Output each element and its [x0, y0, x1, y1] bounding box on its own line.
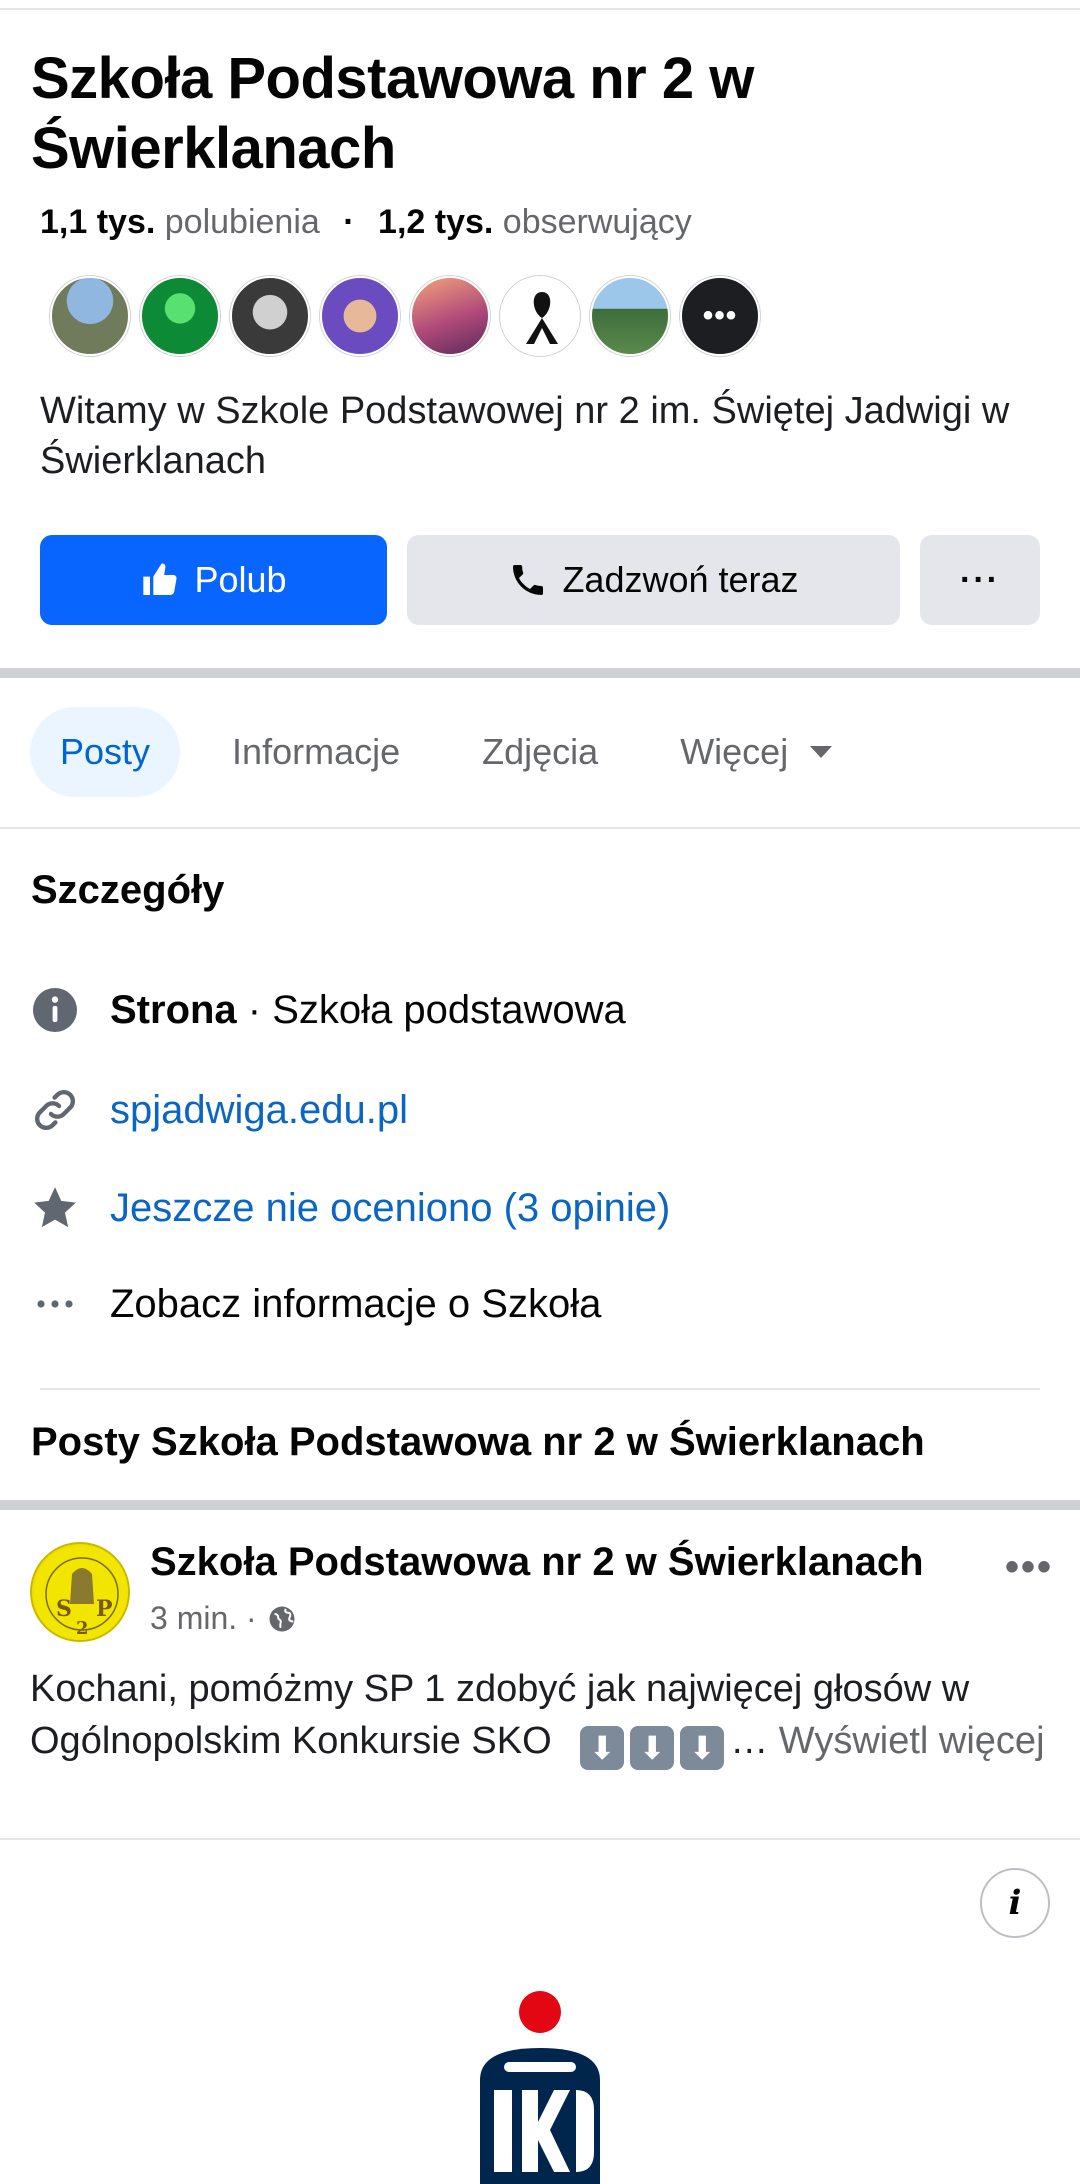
- separator-dot: ·: [343, 203, 355, 241]
- tab-photos[interactable]: Zdjęcia: [452, 707, 628, 797]
- category-label: Strona: [110, 987, 237, 1032]
- category-value: · Szkoła podstawowa: [236, 987, 626, 1032]
- avatar[interactable]: [500, 276, 580, 356]
- page-intro: Witamy w Szkole Podstawowej nr 2 im. Świ…: [40, 390, 1010, 482]
- call-now-label: Zadzwoń teraz: [562, 559, 799, 600]
- phone-icon: [513, 565, 544, 595]
- avatar[interactable]: [590, 276, 670, 356]
- likes-count[interactable]: 1,1 tys.: [40, 203, 155, 241]
- see-more-info[interactable]: Zobacz informacje o Szkoła: [110, 1282, 601, 1327]
- posts-divider: [0, 1500, 1080, 1510]
- svg-text:S: S: [56, 1596, 72, 1622]
- thumbs-up-icon: [143, 563, 177, 595]
- rating-link[interactable]: Jeszcze nie oceniono (3 opinie): [110, 1186, 670, 1231]
- top-divider: [0, 8, 1080, 10]
- svg-text:2: 2: [76, 1618, 89, 1639]
- section-divider: [0, 668, 1080, 678]
- star-icon: [30, 1183, 80, 1233]
- post-text: Kochani, pomóżmy SP 1 zdobyć jak najwięc…: [30, 1663, 1050, 1770]
- arrow-down-emoji-icon: ⬇: [630, 1726, 675, 1770]
- like-button[interactable]: Polub: [40, 535, 387, 625]
- link-icon: [30, 1085, 80, 1135]
- avatar[interactable]: [410, 276, 490, 356]
- posts-heading: Posty Szkoła Podstawowa nr 2 w Świerklan…: [31, 1420, 925, 1464]
- globe-icon: [269, 1606, 295, 1631]
- tab-about[interactable]: Informacje: [202, 707, 430, 797]
- page-title: Szkoła Podstawowa nr 2 w Świerklanach: [31, 46, 754, 181]
- followers-label[interactable]: obserwujący: [503, 203, 692, 241]
- arrow-down-emoji-icon: ⬇: [680, 1726, 725, 1770]
- avatar[interactable]: [50, 276, 130, 356]
- svg-text:P: P: [96, 1596, 113, 1622]
- post-meta: 3 min. ·: [150, 1600, 297, 1637]
- pko-logo: [470, 1990, 610, 2184]
- ad-info-button[interactable]: i: [980, 1868, 1050, 1938]
- tab-more[interactable]: Więcej: [650, 707, 862, 797]
- detail-category: Strona · Szkoła podstawowa: [30, 980, 626, 1040]
- page-tabs: Posty Informacje Zdjęcia Więcej: [30, 707, 884, 797]
- call-now-button[interactable]: Zadzwoń teraz: [407, 535, 900, 625]
- post-author-avatar[interactable]: S P 2: [30, 1542, 130, 1642]
- post-time[interactable]: 3 min. ·: [150, 1600, 257, 1637]
- avatar[interactable]: [230, 276, 310, 356]
- tab-posts[interactable]: Posty: [30, 707, 181, 797]
- post-options-button[interactable]: •••: [1005, 1545, 1053, 1590]
- more-avatars-icon[interactable]: •••: [680, 276, 760, 356]
- avatar[interactable]: [320, 276, 400, 356]
- tabs-divider: [0, 827, 1080, 829]
- caret-down-icon: [810, 746, 833, 758]
- likes-label[interactable]: polubienia: [165, 203, 320, 241]
- post-ellipsis: …: [730, 1720, 769, 1762]
- info-icon: [30, 985, 80, 1035]
- detail-rating[interactable]: Jeszcze nie oceniono (3 opinie): [30, 1178, 670, 1238]
- arrow-down-emoji-icon: ⬇: [580, 1726, 625, 1770]
- details-divider: [40, 1388, 1040, 1390]
- details-heading: Szczegóły: [31, 868, 225, 912]
- detail-see-more[interactable]: Zobacz informacje o Szkoła: [30, 1274, 601, 1334]
- more-actions-button[interactable]: ···: [920, 535, 1040, 625]
- see-more-link[interactable]: Wyświetl więcej: [768, 1720, 1045, 1762]
- followers-count[interactable]: 1,2 tys.: [378, 203, 493, 241]
- avatar[interactable]: [140, 276, 220, 356]
- like-label: Polub: [194, 559, 287, 600]
- detail-website[interactable]: spjadwiga.edu.pl: [30, 1080, 408, 1140]
- ellipsis-icon: [30, 1279, 80, 1329]
- post-author-name[interactable]: Szkoła Podstawowa nr 2 w Świerklanach: [150, 1540, 924, 1585]
- post-content-divider: [0, 1838, 1080, 1840]
- page-stats: 1,1 tys. polubienia · 1,2 tys. obserwują…: [40, 200, 692, 244]
- website-link[interactable]: spjadwiga.edu.pl: [110, 1088, 408, 1133]
